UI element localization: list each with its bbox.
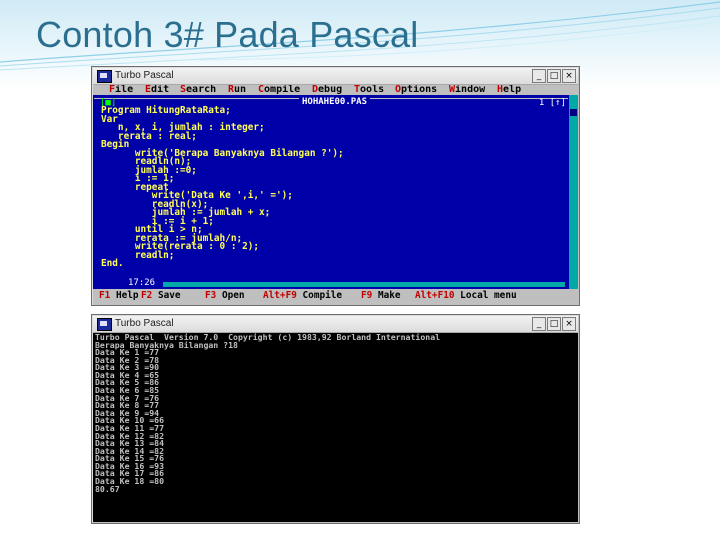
- editor-frame: [■] HOHAHE00.PAS 1 [↑]: [94, 98, 568, 108]
- editor-bottom-frame: 17:26: [93, 278, 569, 288]
- maximize-button[interactable]: □: [547, 69, 561, 83]
- minimize-button[interactable]: _: [532, 317, 546, 331]
- vertical-scrollbar[interactable]: [569, 95, 578, 289]
- console-output[interactable]: Turbo Pascal Version 7.0 Copyright (c) 1…: [93, 333, 578, 522]
- menu-tools[interactable]: Tools: [354, 85, 384, 95]
- status-help[interactable]: F1 Help: [99, 290, 139, 301]
- console-text: Turbo Pascal Version 7.0 Copyright (c) 1…: [95, 333, 440, 494]
- status-save[interactable]: F2 Save: [141, 290, 181, 301]
- menu-help[interactable]: Help: [497, 85, 521, 95]
- output-titlebar[interactable]: Turbo Pascal _ □ ×: [93, 316, 578, 333]
- console-line: 80.67: [95, 483, 120, 494]
- menu-compile[interactable]: Compile: [258, 85, 300, 95]
- maximize-button[interactable]: □: [547, 317, 561, 331]
- minimize-button[interactable]: _: [532, 69, 546, 83]
- status-compile[interactable]: Alt+F9 Compile: [263, 290, 342, 301]
- turbo-pascal-output-window: Turbo Pascal _ □ × Turbo Pascal Version …: [91, 314, 580, 524]
- close-button[interactable]: ×: [562, 69, 576, 83]
- horizontal-scrollbar[interactable]: [163, 282, 565, 287]
- status-open[interactable]: F3 Open: [205, 290, 245, 301]
- turbo-pascal-app-icon: [97, 318, 112, 331]
- turbo-pascal-editor-window: Turbo Pascal _ □ × File Edit Search Run …: [91, 66, 580, 306]
- editor-file-name: HOHAHE00.PAS: [299, 98, 371, 107]
- editor-window-number: 1 [↑]: [538, 98, 566, 108]
- menu-edit[interactable]: Edit: [145, 85, 169, 95]
- menu-run[interactable]: Run: [228, 85, 246, 95]
- menu-window[interactable]: Window: [449, 85, 485, 95]
- code-editor[interactable]: [■] HOHAHE00.PAS 1 [↑] Program HitungRat…: [93, 95, 569, 289]
- source-code[interactable]: Program HitungRataRata; Var n, x, i, jum…: [101, 106, 344, 269]
- menu-bar: File Edit Search Run Compile Debug Tools…: [93, 85, 578, 95]
- editor-titlebar[interactable]: Turbo Pascal _ □ ×: [93, 68, 578, 85]
- scrollbar-thumb[interactable]: [570, 109, 577, 116]
- close-button[interactable]: ×: [562, 317, 576, 331]
- output-window-title: Turbo Pascal: [115, 318, 174, 329]
- status-bar: F1 Help F2 Save F3 Open Alt+F9 Compile F…: [93, 290, 578, 301]
- cursor-position: 17:26: [128, 278, 156, 288]
- editor-window-title: Turbo Pascal: [115, 70, 174, 81]
- status-local-menu[interactable]: Alt+F10 Local menu: [415, 290, 517, 301]
- turbo-pascal-app-icon: [97, 70, 112, 83]
- menu-file[interactable]: File: [109, 85, 133, 95]
- menu-search[interactable]: Search: [180, 85, 216, 95]
- slide-title: Contoh 3# Pada Pascal: [36, 14, 419, 55]
- status-make[interactable]: F9 Make: [361, 290, 401, 301]
- menu-options[interactable]: Options: [395, 85, 437, 95]
- menu-debug[interactable]: Debug: [312, 85, 342, 95]
